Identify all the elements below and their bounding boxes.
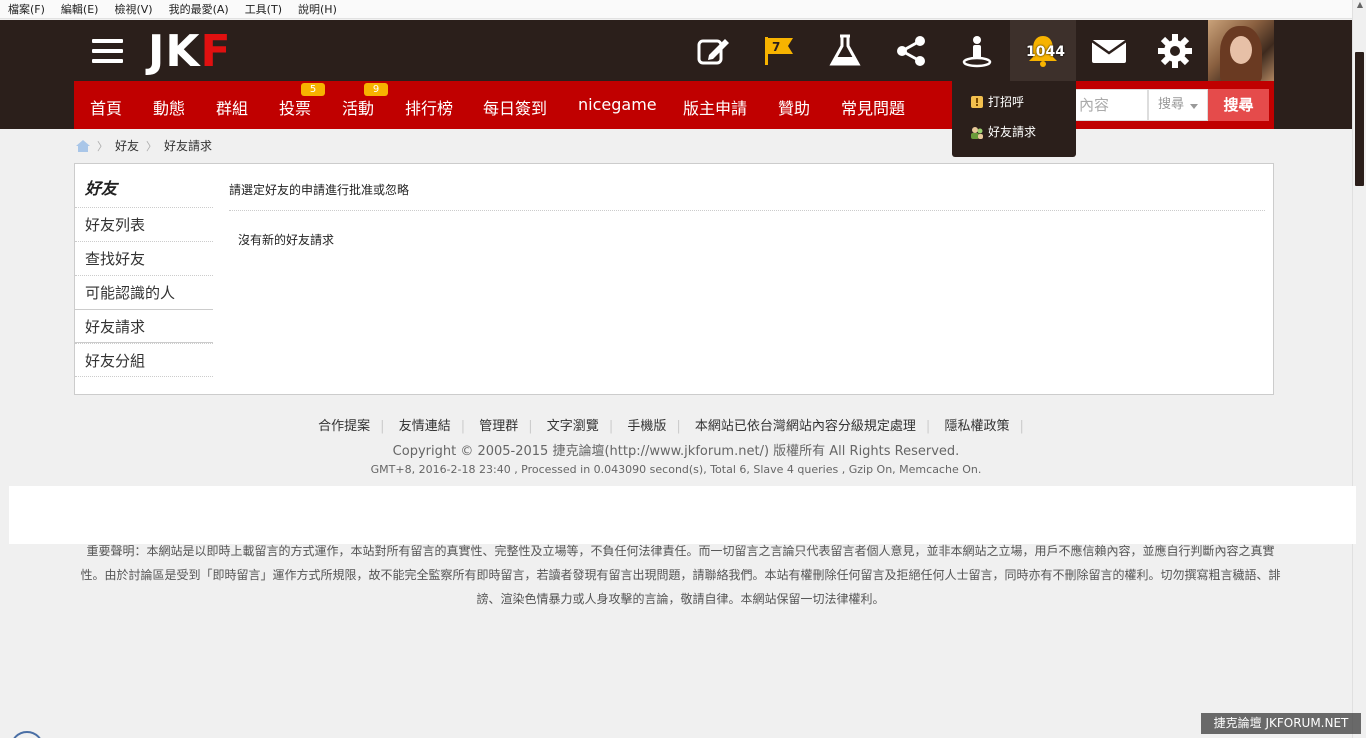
user-profile-icon[interactable]	[957, 31, 997, 71]
nav-item-checkin[interactable]: 每日簽到	[483, 95, 547, 119]
footer-link-partnership[interactable]: 合作提案	[318, 419, 370, 434]
breadcrumb: 〉 好友 〉 好友請求	[76, 137, 212, 154]
vertical-scrollbar[interactable]: ▲	[1352, 0, 1366, 738]
corner-circle-icon	[10, 731, 44, 738]
nav-item-events[interactable]: 活動 9	[342, 83, 388, 119]
site-watermark: 捷克論壇 JKFORUM.NET	[1201, 713, 1361, 734]
footer-link-admin-team[interactable]: 管理群	[479, 419, 518, 434]
vote-count-badge: 5	[301, 83, 325, 96]
dropdown-item-friend-request-label: 好友請求	[988, 125, 1037, 139]
notification-dropdown: 打招呼 好友請求	[952, 81, 1076, 157]
blank-overlay-band	[9, 486, 1356, 544]
menu-view[interactable]: 檢視(V)	[114, 1, 152, 17]
search-type-label: 搜尋	[1158, 97, 1185, 112]
browser-menubar: 檔案(F) 編輯(E) 檢視(V) 我的最愛(A) 工具(T) 說明(H)	[0, 0, 1352, 19]
empty-state-message: 沒有新的好友請求	[238, 233, 335, 247]
site-logo[interactable]: JKF	[148, 28, 232, 76]
content-heading: 請選定好友的申請進行批准或忽略	[229, 181, 1265, 211]
sidebar-menu: 好友列表 查找好友 可能認識的人 好友請求 好友分組	[75, 207, 213, 377]
footer-link-content-rating[interactable]: 本網站已依台灣網站內容分級規定處理	[695, 419, 916, 434]
nav-item-vote[interactable]: 投票 5	[279, 83, 325, 119]
nav-item-groups[interactable]: 群組	[216, 95, 248, 119]
scrollbar-thumb[interactable]	[1355, 52, 1364, 186]
footer-link-friend-links[interactable]: 友情連結	[399, 419, 451, 434]
search-type-select[interactable]: 搜尋	[1148, 89, 1208, 121]
menu-help[interactable]: 說明(H)	[298, 1, 337, 17]
nav-item-nicegame[interactable]: nicegame	[578, 95, 657, 114]
main-panel: 好友 好友列表 查找好友 可能認識的人 好友請求 好友分組 請選定好友的申請進行…	[74, 163, 1274, 395]
sidebar-item-people-you-may-know[interactable]: 可能認識的人	[75, 275, 213, 309]
dropdown-item-greet[interactable]: 打招呼	[970, 93, 1024, 110]
nav-item-activity[interactable]: 動態	[153, 95, 185, 119]
search-button[interactable]: 搜尋	[1208, 89, 1269, 121]
nav-item-ranking[interactable]: 排行榜	[405, 95, 453, 119]
breadcrumb-friends[interactable]: 好友	[115, 137, 139, 154]
flag-count: 7	[772, 40, 781, 54]
events-count-badge: 9	[364, 83, 388, 96]
flag-icon[interactable]: 7	[759, 31, 799, 71]
breadcrumb-separator-icon: 〉	[146, 139, 158, 153]
mail-icon[interactable]	[1089, 31, 1129, 71]
menu-tools[interactable]: 工具(T)	[245, 1, 282, 17]
sidebar-item-friend-groups[interactable]: 好友分組	[75, 343, 213, 377]
sidebar-title: 好友	[85, 179, 118, 198]
flask-icon[interactable]	[825, 31, 865, 71]
greet-icon	[971, 95, 983, 108]
settings-gear-icon[interactable]	[1155, 31, 1195, 71]
dropdown-item-greet-label: 打招呼	[988, 95, 1025, 109]
nav-item-vote-label: 投票	[279, 99, 312, 118]
home-icon[interactable]	[76, 139, 90, 152]
share-icon[interactable]	[891, 31, 931, 71]
footer-links: 合作提案 | 友情連結 | 管理群 | 文字瀏覽 | 手機版 | 本網站已依台灣網站內容分…	[318, 419, 1024, 434]
breadcrumb-separator-icon: 〉	[97, 139, 108, 153]
nav-item-moderator-apply[interactable]: 版主申請	[683, 95, 747, 119]
hamburger-menu-icon[interactable]	[92, 39, 123, 63]
edit-icon[interactable]	[693, 31, 733, 71]
nav-item-events-label: 活動	[342, 99, 375, 118]
scroll-up-arrow-icon[interactable]: ▲	[1353, 0, 1366, 14]
nav-item-sponsor[interactable]: 贊助	[778, 95, 810, 119]
notification-count: 1044	[1026, 44, 1065, 60]
breadcrumb-friend-requests[interactable]: 好友請求	[164, 137, 212, 154]
user-avatar[interactable]	[1208, 20, 1274, 81]
main-nav: 首頁 動態 群組 投票 5 活動 9 排行榜 每日簽到 nicegame 版主申…	[74, 81, 1274, 129]
server-stats: GMT+8, 2016-2-18 23:40 , Processed in 0.…	[370, 463, 982, 476]
footer-link-mobile[interactable]: 手機版	[627, 419, 666, 434]
menu-edit[interactable]: 編輯(E)	[61, 1, 99, 17]
search-input[interactable]: 內容	[1064, 89, 1148, 121]
menu-file[interactable]: 檔案(F)	[8, 1, 45, 17]
dropdown-item-friend-request[interactable]: 好友請求	[970, 123, 1036, 140]
site-header: JKF 7 1044	[0, 20, 1352, 81]
footer-link-privacy[interactable]: 隱私權政策	[944, 419, 1009, 434]
nav-item-faq[interactable]: 常見問題	[841, 95, 905, 119]
legal-disclaimer: 重要聲明：本網站是以即時上載留言的方式運作，本站對所有留言的真實性、完整性及立場…	[80, 544, 1281, 606]
nav-item-home[interactable]: 首頁	[90, 95, 122, 119]
footer-link-text-browse[interactable]: 文字瀏覽	[547, 419, 599, 434]
sidebar-item-find-friends[interactable]: 查找好友	[75, 241, 213, 275]
chevron-down-icon	[1190, 104, 1198, 109]
sidebar-item-friend-list[interactable]: 好友列表	[75, 207, 213, 241]
friends-icon	[971, 126, 983, 139]
sidebar-item-friend-requests[interactable]: 好友請求	[75, 309, 213, 343]
copyright-text: Copyright © 2005-2015 捷克論壇(http://www.jk…	[392, 444, 960, 459]
notification-button[interactable]: 1044	[1010, 20, 1076, 81]
menu-favorites[interactable]: 我的最愛(A)	[169, 1, 229, 17]
